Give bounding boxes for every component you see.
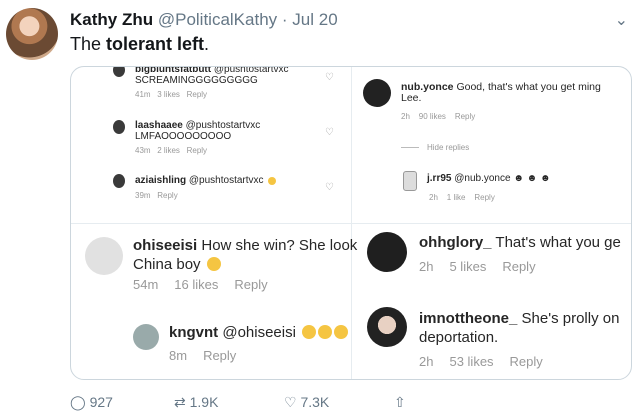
- tweet-actions: ◯ 927 ⇄ 1.9K ♡ 7.3K ⇧: [70, 394, 470, 414]
- comment-meta: 43m 2 likes Reply: [135, 146, 208, 155]
- commenter-avatar: [113, 67, 125, 77]
- reply-button[interactable]: ◯ 927: [70, 394, 113, 411]
- like-button[interactable]: ♡ 7.3K: [284, 394, 329, 411]
- comment: nub.yonce Good, that's what you get ming…: [401, 81, 601, 104]
- author-avatar[interactable]: [6, 8, 58, 60]
- heart-icon: ♡: [325, 127, 334, 138]
- commenter-avatar: [367, 232, 407, 272]
- comment: aziaishling @pushtostartvxc: [135, 175, 277, 186]
- tweet-date[interactable]: Jul 20: [292, 10, 337, 29]
- commenter-avatar: [113, 174, 125, 188]
- collage-divider: [71, 223, 631, 224]
- tweet-text: The tolerant left.: [70, 34, 210, 54]
- default-avatar-icon: [85, 237, 123, 275]
- comment-meta: 54m 16 likes Reply: [133, 277, 268, 292]
- comment-meta: 8m Reply: [169, 348, 237, 363]
- emoji-icon: [206, 257, 221, 271]
- comment-meta: 41m 3 likes Reply: [135, 90, 208, 99]
- heart-icon: ♡: [325, 182, 334, 193]
- emoji-icon: ☻ ☻ ☻: [513, 173, 551, 184]
- tweet-text-bold: tolerant left: [106, 34, 205, 54]
- comment-meta: 2h 1 like Reply: [429, 193, 495, 202]
- emoji-icon: [302, 325, 317, 339]
- comment-meta: 39m Reply: [135, 191, 178, 200]
- separator: ·: [281, 10, 288, 29]
- comment: laashaaee @pushtostartvxc LMFAOOOOOOOOO: [135, 120, 261, 142]
- emoji-icon: [318, 325, 333, 339]
- heart-icon: ♡: [284, 394, 297, 410]
- retweet-icon: ⇄: [174, 394, 186, 410]
- chevron-down-icon[interactable]: ⌄: [615, 10, 628, 30]
- hide-replies-link[interactable]: Hide replies: [401, 143, 469, 152]
- retweet-button[interactable]: ⇄ 1.9K: [174, 394, 218, 411]
- comment-meta: 2h 90 likes Reply: [401, 112, 476, 121]
- comment: ohiseeisi How she win? She look China bo…: [133, 237, 358, 273]
- collage-divider: [351, 67, 352, 223]
- share-icon: ⇧: [394, 394, 406, 410]
- emoji-icon: [334, 325, 349, 339]
- commenter-avatar: [113, 120, 125, 134]
- share-button[interactable]: ⇧: [394, 394, 406, 411]
- heart-icon: ♡: [325, 72, 334, 83]
- commenter-avatar: [367, 307, 407, 347]
- comment: j.rr95 @nub.yonce ☻ ☻ ☻: [427, 173, 551, 184]
- comment-meta: 2h 5 likes Reply: [419, 259, 536, 274]
- author-handle[interactable]: @PoliticalKathy: [158, 10, 277, 29]
- commenter-avatar: [133, 324, 159, 350]
- comment: kngvnt @ohiseeisi: [169, 323, 349, 342]
- comment-meta: 2h 53 likes Reply: [419, 354, 543, 369]
- author-name[interactable]: Kathy Zhu: [70, 10, 153, 29]
- comment: ohhglory_ That's what you ge: [419, 234, 621, 251]
- comment: bigbluntsfatbutt @pushtostartvxc SCREAMI…: [135, 66, 289, 86]
- tweet-header: Kathy Zhu @PoliticalKathy · Jul 20: [70, 10, 338, 30]
- commenter-avatar: [363, 79, 391, 107]
- commenter-avatar: [403, 171, 417, 191]
- emoji-icon: [268, 177, 277, 185]
- comment: imnottheone_ She's prolly on deportation…: [419, 310, 620, 346]
- reply-icon: ◯: [70, 394, 86, 410]
- tweet-media-collage[interactable]: bigbluntsfatbutt @pushtostartvxc SCREAMI…: [70, 66, 632, 380]
